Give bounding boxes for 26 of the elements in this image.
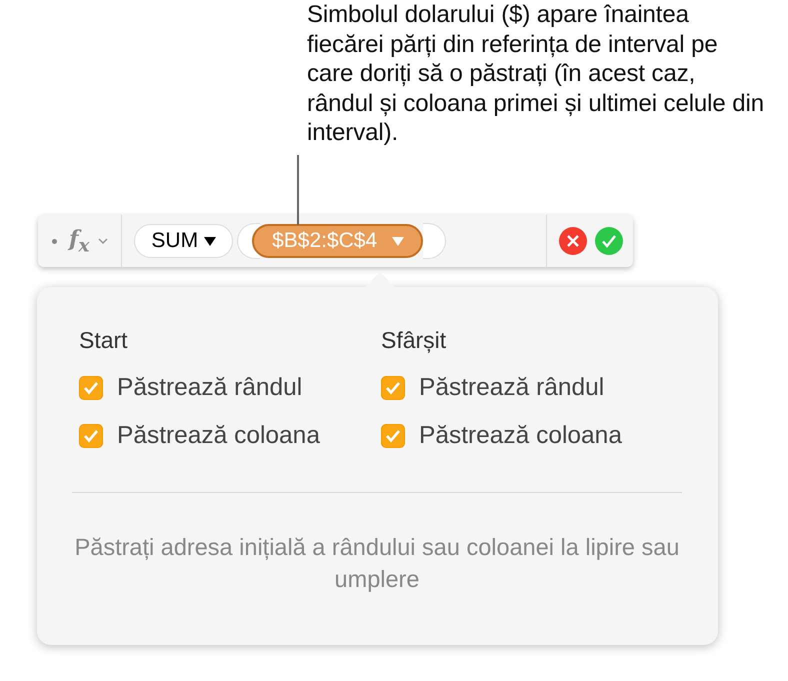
paren-token — [423, 223, 446, 259]
cancel-button[interactable] — [559, 227, 587, 255]
checkbox-option[interactable]: Păstrează coloana — [381, 422, 683, 450]
checkbox[interactable] — [381, 376, 405, 400]
function-token[interactable]: SUM — [134, 224, 234, 258]
column-heading: Start — [79, 327, 129, 354]
checkmark-icon — [83, 429, 99, 443]
callout-text: Simbolul dolarului ($) apare înaintea fiecărei părți din referința de interval pe care doriți să o păstrați (în acest caz, rândul și coloana primei și ultimei celule din interval). — [306, 0, 765, 148]
dot-icon — [52, 238, 57, 244]
formula-field[interactable]: SUM $B$2:$C$4 — [134, 223, 534, 259]
checkbox-option[interactable]: Păstrează rândul — [381, 374, 683, 402]
column-heading: Sfârșit — [381, 327, 448, 354]
leader-line — [297, 155, 299, 225]
chevron-icon[interactable] — [97, 237, 110, 245]
caret-icon — [391, 236, 406, 246]
checkbox[interactable] — [381, 424, 405, 448]
checkbox[interactable] — [79, 376, 103, 400]
accept-button[interactable] — [595, 227, 623, 255]
checkmark-icon — [83, 381, 99, 395]
help-text: Păstrați adresa inițială a rândului sau coloanei la lipire sau umplere — [74, 533, 680, 594]
checkmark-icon — [385, 381, 401, 395]
caret-icon — [204, 236, 216, 246]
checkbox-option[interactable]: Păstrează coloana — [79, 422, 381, 450]
checkbox-option[interactable]: Păstrează rândul — [79, 374, 381, 402]
checkmark-icon — [385, 429, 401, 443]
checkbox[interactable] — [79, 424, 103, 448]
